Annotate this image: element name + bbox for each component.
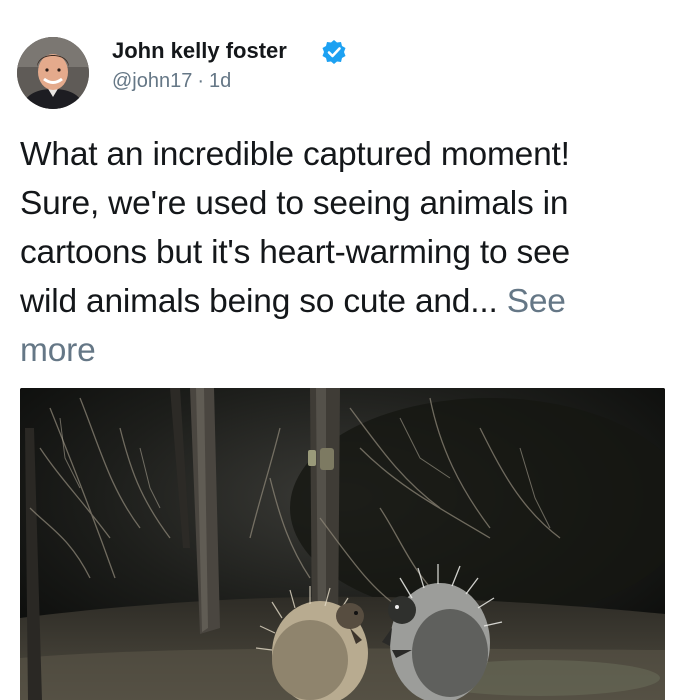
tweet: John kelly foster @john17 · 1d What an inc… xyxy=(0,0,700,700)
tweet-timestamp[interactable]: 1d xyxy=(209,70,231,92)
meta-separator: · xyxy=(197,70,205,92)
tweet-text-line: wild animals being so cute and... See xyxy=(20,277,690,326)
see-more-link-continued[interactable]: more xyxy=(20,326,690,375)
verified-badge-icon xyxy=(322,40,346,64)
author-avatar[interactable] xyxy=(17,37,89,109)
see-more-link[interactable]: See xyxy=(507,283,566,320)
tweet-text-line: What an incredible captured moment! xyxy=(20,136,570,173)
tweet-photo[interactable] xyxy=(20,388,665,700)
tweet-text-line: Sure, we're used to seeing animals in xyxy=(20,185,569,222)
author-name[interactable]: John kelly foster xyxy=(112,38,287,64)
author-meta: @john17 · 1d xyxy=(112,70,231,93)
tweet-text-line: cartoons but it's heart-warming to see xyxy=(20,234,570,271)
author-handle[interactable]: @john17 xyxy=(112,70,192,92)
tweet-text: What an incredible captured moment! Sure… xyxy=(20,130,690,375)
tweet-text-line-content: wild animals being so cute and... xyxy=(20,283,498,320)
